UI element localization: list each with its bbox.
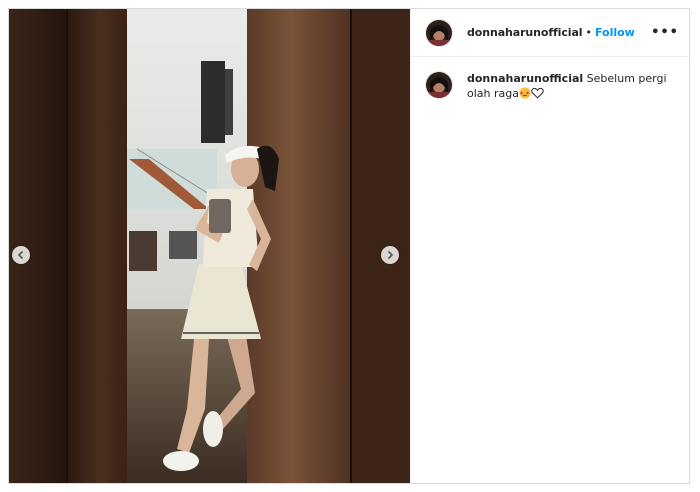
caption-avatar[interactable] bbox=[425, 71, 453, 99]
caption-row: donnaharunofficial Sebelum pergi olah ra… bbox=[411, 57, 689, 101]
white-heart-emoji-icon bbox=[531, 87, 544, 99]
caption-username-link[interactable]: donnaharunofficial bbox=[467, 72, 583, 85]
post-sidebar: donnaharunofficial • Follow ••• donnahar… bbox=[410, 9, 689, 483]
caption: donnaharunofficial Sebelum pergi olah ra… bbox=[467, 71, 667, 101]
mirror-selfie-photo bbox=[9, 9, 410, 483]
profile-picture bbox=[426, 72, 452, 98]
previous-photo-button[interactable] bbox=[12, 246, 30, 264]
avatar[interactable] bbox=[425, 18, 453, 47]
follow-button[interactable]: Follow bbox=[595, 26, 635, 39]
chevron-left-icon bbox=[17, 250, 24, 260]
chevron-right-icon bbox=[387, 250, 394, 260]
profile-picture bbox=[426, 19, 452, 46]
next-photo-button[interactable] bbox=[381, 246, 399, 264]
star-struck-emoji-icon bbox=[519, 87, 531, 99]
post-photo[interactable] bbox=[9, 9, 410, 483]
post-card: donnaharunofficial • Follow ••• donnahar… bbox=[8, 8, 690, 484]
more-options-button[interactable]: ••• bbox=[651, 25, 679, 40]
username-link[interactable]: donnaharunofficial bbox=[467, 26, 583, 39]
post-header: donnaharunofficial • Follow ••• bbox=[411, 9, 689, 57]
separator-dot: • bbox=[585, 26, 592, 39]
